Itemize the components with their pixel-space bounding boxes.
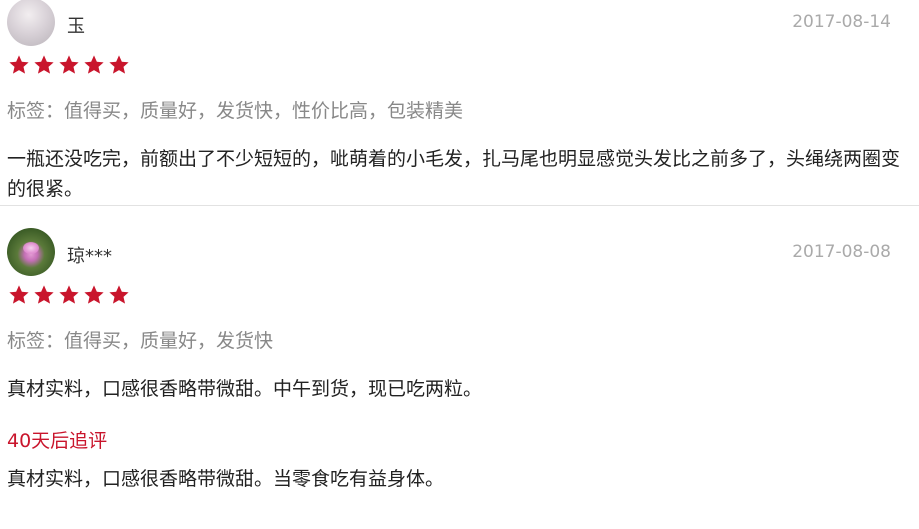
reviews-page: 玉 2017-08-14 标签：值得买，质量好，发货快，性价比高，包装精美 一瓶… — [0, 0, 919, 529]
review-tags: 标签：值得买，质量好，发货快 — [7, 330, 274, 352]
username: 玉 — [67, 16, 85, 37]
username: 琼*** — [67, 246, 112, 267]
star-icon — [108, 284, 130, 306]
review-user-row: 玉 2017-08-14 — [0, 0, 919, 46]
review-content: 真材实料，口感很香略带微甜。中午到货，现已吃两粒。 — [7, 378, 483, 400]
review-item: 玉 2017-08-14 标签：值得买，质量好，发货快，性价比高，包装精美 一瓶… — [0, 0, 919, 204]
review-item: 琼*** 2017-08-08 标签：值得买，质量好，发货快 真材实料，口感很香… — [0, 206, 919, 494]
followup-content: 真材实料，口感很香略带微甜。当零食吃有益身体。 — [7, 468, 445, 490]
star-icon — [8, 284, 30, 306]
review-date: 2017-08-08 — [792, 242, 891, 262]
star-icon — [83, 54, 105, 76]
star-icon — [58, 54, 80, 76]
star-icon — [8, 54, 30, 76]
review-user-row: 琼*** 2017-08-08 — [0, 228, 919, 276]
star-rating — [8, 54, 919, 78]
star-icon — [108, 54, 130, 76]
avatar — [7, 228, 55, 276]
review-content: 一瓶还没吃完，前额出了不少短短的，呲萌着的小毛发，扎马尾也明显感觉头发比之前多了… — [7, 148, 901, 200]
followup-title: 40天后追评 — [7, 430, 108, 452]
review-date: 2017-08-14 — [792, 12, 891, 32]
review-tags: 标签：值得买，质量好，发货快，性价比高，包装精美 — [7, 100, 464, 122]
star-rating — [8, 284, 919, 308]
avatar — [7, 0, 55, 46]
star-icon — [33, 54, 55, 76]
star-icon — [58, 284, 80, 306]
star-icon — [83, 284, 105, 306]
star-icon — [33, 284, 55, 306]
